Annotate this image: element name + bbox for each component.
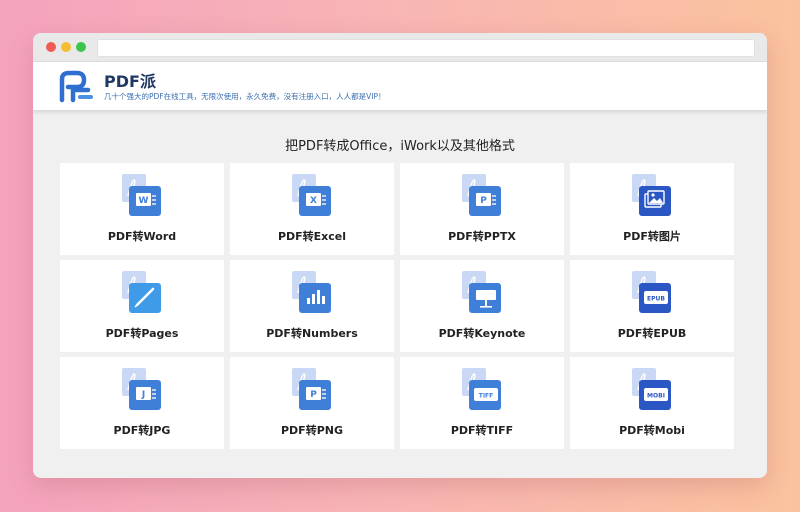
tool-card-label: PDF转Numbers — [266, 327, 358, 340]
numbers-icon — [287, 271, 335, 315]
tool-card-tiff[interactable]: TIFF PDF转TIFF — [400, 357, 564, 449]
tool-card-label: PDF转PPTX — [448, 230, 516, 243]
browser-titlebar — [33, 33, 767, 62]
svg-text:TIFF: TIFF — [479, 393, 494, 400]
site-tagline: 几十个强大的PDF在线工具，无限次使用，永久免费，没有注册入口，人人都是VIP！ — [104, 92, 386, 101]
tool-card-label: PDF转TIFF — [450, 424, 514, 437]
tool-card-label: PDF转Pages — [105, 327, 179, 340]
word-icon: W — [117, 174, 165, 218]
tiff-icon: TIFF — [457, 368, 505, 412]
svg-text:MOBI: MOBI — [647, 393, 665, 400]
address-bar[interactable] — [97, 39, 755, 57]
jpg-icon: J — [117, 368, 165, 412]
tool-card-label: PDF转JPG — [113, 424, 171, 437]
svg-text:P: P — [480, 196, 487, 206]
tool-card-png[interactable]: P PDF转PNG — [230, 357, 394, 449]
close-window-button[interactable] — [46, 42, 56, 52]
tool-card-label: PDF转图片 — [623, 230, 681, 243]
pptx-icon: P — [457, 174, 505, 218]
pages-icon — [117, 271, 165, 315]
tool-card-image[interactable]: PDF转图片 — [570, 163, 734, 255]
epub-icon: EPUB — [627, 271, 675, 315]
tool-card-label: PDF转Word — [107, 230, 177, 243]
browser-window: PDF派 几十个强大的PDF在线工具，无限次使用，永久免费，没有注册入口，人人都… — [33, 33, 767, 478]
tool-card-label: PDF转Keynote — [438, 327, 526, 340]
pdfpai-logo-icon[interactable] — [58, 70, 96, 104]
tool-card-label: PDF转Mobi — [619, 424, 685, 437]
maximize-window-button[interactable] — [76, 42, 86, 52]
tool-card-pptx[interactable]: P PDF转PPTX — [400, 163, 564, 255]
site-header: PDF派 几十个强大的PDF在线工具，无限次使用，永久免费，没有注册入口，人人都… — [33, 62, 767, 110]
svg-text:EPUB: EPUB — [647, 296, 665, 303]
page-title: 把PDF转成Office，iWork以及其他格式 — [285, 139, 515, 154]
tool-card-numbers[interactable]: PDF转Numbers — [230, 260, 394, 352]
tool-card-label: PDF转EPUB — [617, 327, 687, 340]
minimize-window-button[interactable] — [61, 42, 71, 52]
tool-card-jpg[interactable]: J PDF转JPG — [60, 357, 224, 449]
keynote-icon — [457, 271, 505, 315]
tool-card-word[interactable]: W PDF转Word — [60, 163, 224, 255]
excel-icon: X — [287, 174, 335, 218]
tool-card-keynote[interactable]: PDF转Keynote — [400, 260, 564, 352]
tool-card-label: PDF转Excel — [277, 230, 347, 243]
site-brand[interactable]: PDF派 — [104, 68, 156, 92]
tool-card-label: PDF转PNG — [280, 424, 343, 437]
image-icon — [627, 174, 675, 218]
svg-text:P: P — [310, 390, 317, 400]
png-icon: P — [287, 368, 335, 412]
tool-card-mobi[interactable]: MOBI PDF转Mobi — [570, 357, 734, 449]
svg-text:X: X — [310, 196, 317, 206]
tool-card-excel[interactable]: X PDF转Excel — [230, 163, 394, 255]
tool-grid: W PDF转Word X PDF转Excel P PDF转PPTX PDF转图片… — [60, 163, 734, 449]
tool-card-epub[interactable]: EPUB PDF转EPUB — [570, 260, 734, 352]
svg-text:W: W — [139, 196, 149, 206]
tool-card-pages[interactable]: PDF转Pages — [60, 260, 224, 352]
mobi-icon: MOBI — [627, 368, 675, 412]
svg-text:J: J — [141, 390, 145, 400]
